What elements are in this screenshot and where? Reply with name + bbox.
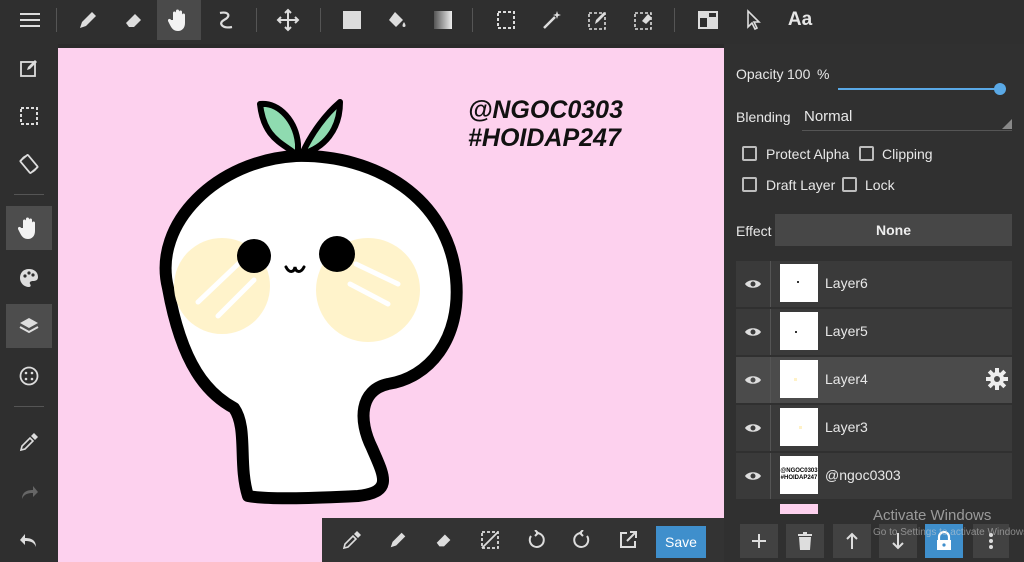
layer-name: Layer3: [825, 419, 868, 435]
deselect-icon[interactable]: [468, 518, 512, 562]
canvas-artwork: @NGOC0303 #HOIDAP247: [159, 96, 623, 505]
curve-icon[interactable]: [204, 0, 248, 40]
dropdown-corner-icon: [1002, 119, 1012, 129]
layer-thumbnail: [780, 312, 818, 350]
layer-thumbnail-background: [780, 504, 818, 514]
opacity-value: 100: [787, 66, 811, 82]
effect-label: Effect: [736, 223, 772, 239]
blending-select[interactable]: Normal: [802, 104, 1012, 131]
hand-icon[interactable]: [6, 206, 52, 250]
layer-item[interactable]: Layer5: [736, 309, 1012, 355]
gear-icon[interactable]: [986, 368, 1008, 395]
menu-icon[interactable]: [8, 0, 52, 40]
draft-layer-checkbox[interactable]: [742, 177, 757, 192]
add-icon: [752, 534, 766, 548]
palette-icon[interactable]: [6, 256, 52, 300]
activate-windows-subtitle: Go to Settings to activate Windows.: [873, 527, 1024, 538]
layer-item[interactable]: @NGOC0303 #HOIDAP247 @ngoc0303: [736, 453, 1012, 499]
layer-item-selected[interactable]: Layer4: [736, 357, 1012, 403]
draft-layer-label: Draft Layer: [766, 177, 836, 193]
layer-item[interactable]: Layer6: [736, 261, 1012, 307]
eyedropper-icon[interactable]: [330, 518, 374, 562]
move-up-icon: [846, 532, 858, 549]
eye-icon[interactable]: [736, 357, 770, 403]
lock-checkbox[interactable]: [842, 177, 857, 192]
layer-item[interactable]: Layer3: [736, 405, 1012, 451]
move-icon[interactable]: [266, 0, 310, 40]
clipping-checkbox[interactable]: [859, 146, 874, 161]
eye-icon[interactable]: [736, 405, 770, 451]
blending-label: Blending: [736, 109, 791, 125]
cursor-icon[interactable]: [731, 0, 775, 40]
opacity-unit: %: [817, 66, 830, 82]
clipping-label: Clipping: [882, 146, 933, 162]
layer-panel: Opacity 100 % Blending Normal Protect Al…: [724, 44, 1024, 562]
export-icon[interactable]: [606, 518, 650, 562]
layout-icon[interactable]: [686, 0, 730, 40]
rotate-right-icon[interactable]: [560, 518, 604, 562]
effect-button[interactable]: None: [775, 214, 1012, 246]
add-layer-button[interactable]: [740, 524, 778, 558]
opacity-slider[interactable]: [838, 83, 1006, 95]
rotate-left-icon[interactable]: [514, 518, 558, 562]
protect-alpha-checkbox[interactable]: [742, 146, 757, 161]
activate-windows-title: Activate Windows: [873, 507, 992, 524]
layer-name: Layer6: [825, 275, 868, 291]
top-toolbar: Aa: [0, 0, 1024, 44]
thumb-text-line2: #HOIDAP247: [780, 475, 818, 481]
layer-thumbnail: @NGOC0303 #HOIDAP247: [780, 456, 818, 494]
eraser-icon[interactable]: [112, 0, 156, 40]
selection-icon[interactable]: [6, 94, 52, 138]
canvas-text-line2: #HOIDAP247: [468, 124, 622, 152]
left-toolbar: [0, 44, 58, 562]
layer-name: Layer4: [825, 371, 868, 387]
hand-icon[interactable]: [157, 0, 201, 40]
redo-icon[interactable]: [6, 470, 52, 514]
bucket-icon[interactable]: [375, 0, 419, 40]
protect-alpha-label: Protect Alpha: [766, 146, 850, 162]
opacity-label: Opacity: [736, 66, 784, 82]
layers-icon[interactable]: [6, 304, 52, 348]
trash-icon: [798, 532, 812, 550]
delete-layer-button[interactable]: [786, 524, 824, 558]
eye-icon[interactable]: [736, 453, 770, 499]
rotate-icon[interactable]: [6, 142, 52, 186]
layer-thumbnail: [780, 360, 818, 398]
magic-wand-icon[interactable]: [530, 0, 574, 40]
material-icon[interactable]: [6, 354, 52, 398]
bottom-toolbar: Save: [322, 518, 724, 562]
eraser-icon[interactable]: [422, 518, 466, 562]
edit-icon[interactable]: [6, 46, 52, 90]
eye-icon[interactable]: [736, 309, 770, 355]
text-tool-button[interactable]: Aa: [777, 0, 823, 40]
lock-label: Lock: [865, 177, 895, 193]
move-layer-up-button[interactable]: [833, 524, 871, 558]
opacity-slider-fill: [838, 88, 1000, 90]
select-pen-icon[interactable]: [576, 0, 620, 40]
opacity-slider-knob[interactable]: [994, 83, 1006, 95]
layer-name: Layer5: [825, 323, 868, 339]
layer-thumbnail: [780, 264, 818, 302]
thumb-text-line1: @NGOC0303: [780, 468, 818, 474]
eyedropper-icon[interactable]: [6, 420, 52, 464]
fill-rect-icon[interactable]: [330, 0, 374, 40]
canvas-text-line1: @NGOC0303: [468, 96, 623, 124]
undo-icon[interactable]: [6, 518, 52, 562]
gradient-icon[interactable]: [421, 0, 465, 40]
pen-icon[interactable]: [66, 0, 110, 40]
layer-thumbnail: [780, 408, 818, 446]
save-button[interactable]: Save: [656, 526, 706, 558]
drawing-canvas[interactable]: @NGOC0303 #HOIDAP247: [58, 48, 724, 562]
blending-value: Normal: [804, 108, 853, 125]
layer-name: @ngoc0303: [825, 467, 901, 483]
pen-icon[interactable]: [376, 518, 420, 562]
eye-icon[interactable]: [736, 261, 770, 307]
select-eraser-icon[interactable]: [622, 0, 666, 40]
select-rect-icon[interactable]: [484, 0, 528, 40]
